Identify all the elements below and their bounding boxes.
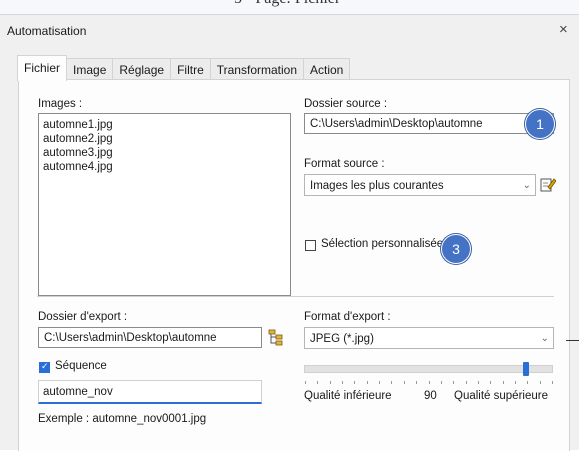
quality-value: 90 — [424, 390, 437, 402]
tab-image[interactable]: Image — [66, 58, 114, 81]
export-format-label: Format d'export : — [304, 311, 391, 323]
quality-slider-track[interactable] — [304, 365, 553, 373]
callout-badge-1: 1 — [525, 109, 555, 139]
tab-reglage[interactable]: Réglage — [112, 58, 172, 81]
slider-tick — [354, 381, 356, 384]
custom-selection-label: Sélection personnalisée — [321, 238, 444, 250]
quality-low-label: Qualité inférieure — [304, 390, 392, 402]
slider-tick — [391, 381, 393, 384]
slider-tick — [539, 381, 541, 384]
background-document-line — [566, 340, 579, 341]
list-item[interactable]: automne1.jpg — [39, 118, 290, 132]
background-heading-fragment: 5 - Page: Fichier — [234, 0, 340, 8]
slider-tick — [514, 381, 516, 384]
slider-tick — [317, 381, 319, 384]
sequence-label: Séquence — [55, 360, 107, 372]
chevron-down-icon: ⌄ — [540, 333, 549, 344]
tab-bar: Fichier Image Réglage Filtre Transformat… — [17, 55, 351, 81]
example-filename-text: Exemple : automne_nov0001.jpg — [38, 413, 207, 425]
slider-tick — [342, 381, 344, 384]
source-format-label: Format source : — [304, 158, 385, 170]
source-folder-label: Dossier source : — [304, 98, 388, 110]
background-document-strip: 5 - Page: Fichier — [0, 0, 579, 14]
export-format-select[interactable]: JPEG (*.jpg) ⌄ — [304, 327, 554, 349]
slider-tick — [465, 381, 467, 384]
list-item[interactable]: automne2.jpg — [39, 132, 290, 146]
source-format-value: Images les plus courantes — [310, 180, 444, 192]
slider-tick — [502, 381, 504, 384]
slider-tick — [453, 381, 455, 384]
quality-high-label: Qualité supérieure — [454, 390, 548, 402]
images-label: Images : — [38, 98, 83, 110]
chevron-down-icon: ⌄ — [522, 180, 531, 191]
edit-pencil-icon[interactable] — [540, 175, 557, 193]
tab-transformation[interactable]: Transformation — [209, 58, 304, 81]
source-format-select[interactable]: Images les plus courantes ⌄ — [304, 174, 536, 196]
slider-tick — [527, 381, 529, 384]
list-item[interactable]: automne4.jpg — [39, 160, 290, 174]
export-folder-field[interactable]: C:\Users\admin\Desktop\automne — [38, 327, 262, 348]
tab-filtre[interactable]: Filtre — [170, 58, 211, 81]
tab-action[interactable]: Action — [303, 58, 351, 81]
slider-tick — [305, 381, 306, 384]
sequence-checkbox[interactable] — [39, 361, 50, 373]
slider-tick — [329, 381, 331, 384]
tab-fichier[interactable]: Fichier — [17, 55, 68, 81]
source-folder-field[interactable]: C:\Users\admin\Desktop\automne — [304, 113, 554, 134]
slider-tick — [490, 381, 492, 384]
slider-tick — [379, 381, 381, 384]
slider-tick — [440, 381, 442, 384]
slider-tick — [428, 381, 430, 384]
quality-slider-thumb[interactable] — [522, 362, 529, 376]
slider-tick — [552, 381, 553, 384]
quality-slider-ticks — [305, 381, 553, 384]
slider-tick — [366, 381, 368, 384]
section-divider — [37, 296, 554, 297]
dialog-title: Automatisation — [7, 24, 87, 38]
images-list[interactable]: automne1.jpg automne2.jpg automne3.jpg a… — [38, 113, 291, 296]
slider-tick — [416, 381, 418, 384]
export-format-value: JPEG (*.jpg) — [310, 333, 374, 345]
custom-selection-checkbox[interactable] — [305, 240, 316, 251]
slider-tick — [403, 381, 405, 384]
callout-badge-3: 3 — [441, 234, 471, 264]
list-item[interactable]: automne3.jpg — [39, 146, 290, 160]
slider-tick — [477, 381, 479, 384]
tab-panel-fichier: Images : automne1.jpg automne2.jpg autom… — [18, 79, 570, 451]
close-icon[interactable]: × — [559, 21, 568, 38]
automation-dialog: Automatisation × Fichier Image Réglage F… — [0, 14, 579, 451]
folder-tree-icon[interactable] — [268, 328, 284, 346]
sequence-name-input[interactable]: automne_nov — [38, 380, 262, 404]
export-folder-label: Dossier d'export : — [38, 311, 128, 323]
